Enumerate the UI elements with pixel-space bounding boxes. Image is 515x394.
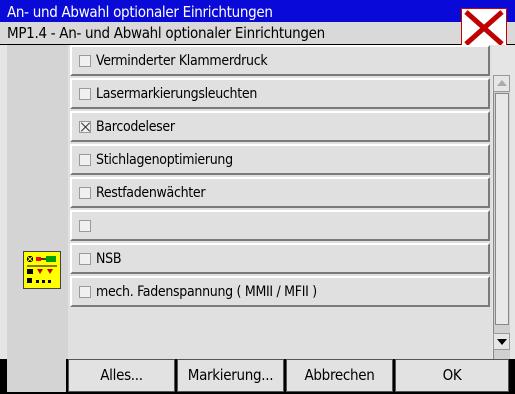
arrow-down-icon (497, 339, 507, 345)
scroll-down-button[interactable] (493, 333, 510, 350)
subtitle-bar: MP1.4 - An- und Abwahl optionaler Einric… (0, 22, 515, 44)
checkbox-checked[interactable] (79, 121, 91, 133)
scroll-thumb[interactable] (495, 93, 509, 325)
list-item[interactable]: Restfadenwächter (70, 177, 490, 208)
dialog-window: An- und Abwahl optionaler Einrichtungen … (0, 0, 515, 394)
list-item[interactable] (70, 210, 490, 241)
list-item[interactable]: Verminderter Klammerdruck (70, 45, 490, 76)
window-title: An- und Abwahl optionaler Einrichtungen (7, 3, 273, 21)
ok-button[interactable]: OK (395, 359, 509, 392)
list-item-label: Barcodeleser (96, 119, 175, 135)
checkbox[interactable] (79, 220, 91, 232)
list-item[interactable]: Barcodeleser (70, 111, 490, 142)
checkbox[interactable] (79, 88, 91, 100)
list-item-label: mech. Fadenspannung ( MMII / MFII ) (96, 284, 317, 300)
checkbox[interactable] (79, 286, 91, 298)
list-item[interactable]: mech. Fadenspannung ( MMII / MFII ) (70, 276, 490, 307)
selection-list-icon (23, 251, 61, 289)
close-button[interactable] (461, 8, 507, 48)
checkbox[interactable] (79, 55, 91, 67)
list-item-label: Restfadenwächter (96, 185, 206, 201)
select-all-button[interactable]: Alles... (68, 359, 175, 392)
list-item-label: Verminderter Klammerdruck (96, 53, 268, 69)
checkbox[interactable] (79, 187, 91, 199)
scroll-up-button[interactable] (493, 75, 510, 92)
list-item[interactable]: NSB (70, 243, 490, 274)
checkbox[interactable] (79, 154, 91, 166)
list-item-label: Stichlagenoptimierung (96, 152, 233, 168)
mark-button[interactable]: Markierung... (177, 359, 284, 392)
list-item[interactable]: Stichlagenoptimierung (70, 144, 490, 175)
button-bar-spacer (7, 359, 66, 392)
list-item-label: Lasermarkierungsleuchten (96, 86, 258, 102)
close-x-icon (464, 10, 504, 46)
window-subtitle: MP1.4 - An- und Abwahl optionaler Einric… (7, 24, 325, 42)
list-item-label: NSB (96, 251, 122, 267)
cancel-button[interactable]: Abbrechen (286, 359, 393, 392)
arrow-up-icon (497, 80, 507, 86)
options-list: Verminderter Klammerdruck Lasermarkierun… (68, 45, 492, 359)
title-bar: An- und Abwahl optionaler Einrichtungen (0, 0, 515, 22)
checkbox[interactable] (79, 253, 91, 265)
left-panel (7, 45, 68, 359)
list-item[interactable]: Lasermarkierungsleuchten (70, 78, 490, 109)
